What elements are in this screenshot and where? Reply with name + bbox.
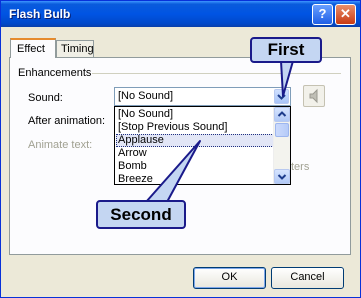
dropdown-scrollbar[interactable]: [273, 107, 290, 184]
sound-option[interactable]: Breeze: [116, 173, 276, 186]
close-button[interactable]: ✕: [335, 4, 356, 25]
window-title: Flash Bulb: [9, 7, 71, 21]
close-icon: ✕: [340, 6, 351, 21]
sound-combobox[interactable]: [No Sound]: [114, 87, 291, 106]
cancel-button[interactable]: Cancel: [271, 267, 344, 289]
scroll-thumb[interactable]: [275, 123, 289, 137]
tab-timing-label: Timing: [61, 43, 94, 55]
scroll-down-button[interactable]: [274, 169, 290, 184]
enhancements-divider: [92, 73, 341, 74]
dropdown-arrow-icon: [277, 94, 286, 100]
sound-dropdown-button[interactable]: [274, 89, 289, 104]
tab-timing[interactable]: Timing: [56, 40, 94, 57]
tab-effect-label: Effect: [17, 43, 45, 55]
enhancements-group-label: Enhancements: [18, 67, 92, 79]
sound-option[interactable]: [Stop Previous Sound]: [116, 121, 276, 134]
sound-dropdown-list[interactable]: [No Sound] [Stop Previous Sound] Applaus…: [114, 106, 291, 185]
help-icon: ?: [318, 6, 327, 21]
ok-button[interactable]: OK: [193, 267, 266, 289]
help-button[interactable]: ?: [312, 4, 333, 25]
sound-option[interactable]: [No Sound]: [116, 108, 276, 121]
tab-effect[interactable]: Effect: [10, 38, 56, 58]
sound-volume-button[interactable]: [303, 85, 325, 107]
sound-label: Sound:: [28, 92, 63, 104]
sound-combobox-value: [No Sound]: [118, 90, 174, 102]
scroll-up-icon: [277, 111, 287, 117]
speaker-icon: [309, 88, 318, 104]
callout-first: First: [250, 37, 322, 63]
sound-option[interactable]: Arrow: [116, 147, 276, 160]
title-bar[interactable]: Flash Bulb ? ✕: [1, 1, 360, 27]
sound-option[interactable]: Bomb: [116, 160, 276, 173]
partial-hidden-label: ters: [291, 161, 310, 173]
animate-text-label: Animate text:: [28, 139, 93, 151]
sound-option-highlighted[interactable]: Applause: [116, 134, 276, 147]
scroll-down-icon: [277, 174, 287, 180]
callout-second: Second: [96, 200, 186, 229]
scroll-up-button[interactable]: [274, 107, 290, 122]
after-animation-label: After animation:: [28, 115, 106, 127]
